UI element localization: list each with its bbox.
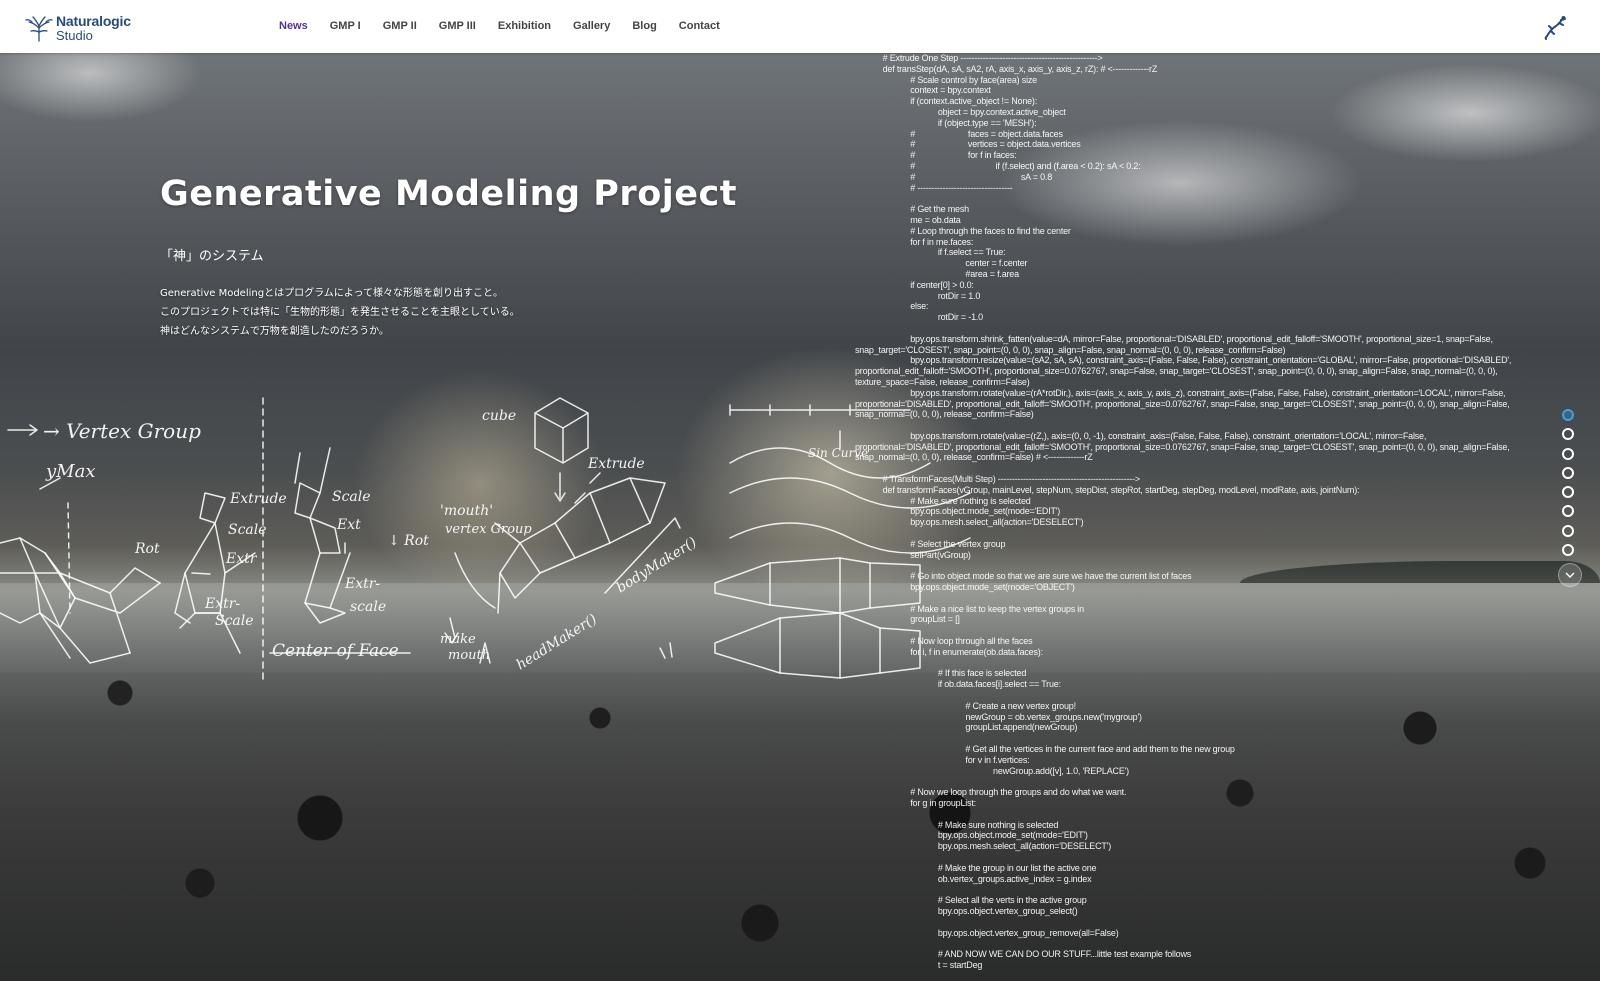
nav-link-gallery[interactable]: Gallery [562, 0, 621, 53]
nav-link-gmp-iii[interactable]: GMP III [428, 0, 487, 53]
hero-section: → Vertex Group yMax Extrude Scale Extr R… [0, 53, 1600, 981]
description-line: Generative Modelingとはプログラムによって様々な形態を創り出す… [160, 288, 503, 299]
scroll-down-button[interactable] [1558, 563, 1582, 587]
sketch-label: Scale [332, 489, 371, 505]
sketch-label: Scale [228, 522, 267, 538]
nav-link-exhibition[interactable]: Exhibition [487, 0, 562, 53]
nav-link-gmp-ii[interactable]: GMP II [372, 0, 428, 53]
slide-dot[interactable] [1562, 544, 1574, 557]
hero-subtitle: 「神」のシステム [160, 249, 264, 264]
sketch-label: Ext [336, 517, 361, 533]
brand-sub: Studio [56, 28, 93, 43]
description-line: 神はどんなシステムで万物を創造したのだろうか。 [160, 326, 389, 337]
sketch-label: → Vertex Group [43, 419, 201, 443]
nav-link-news[interactable]: News [268, 0, 319, 53]
sketch-label: Extr- [344, 576, 380, 592]
sketch-label: Extrude [587, 456, 645, 472]
slide-dot[interactable] [1562, 486, 1574, 499]
sketch-label: Center of Face [272, 641, 399, 661]
slide-dot[interactable] [1562, 428, 1574, 441]
sketch-label: Scale [215, 613, 254, 629]
hero-description: Generative Modelingとはプログラムによって様々な形態を創り出す… [160, 284, 520, 341]
sketch-label: headMaker() [514, 611, 600, 673]
nav-link-contact[interactable]: Contact [668, 0, 731, 53]
main-nav: News GMP I GMP II GMP III Exhibition Gallery B… [268, 0, 731, 53]
sketch-label: Extr- [204, 596, 240, 612]
slide-dot[interactable] [1562, 505, 1574, 518]
brand-name: Naturalogic [56, 13, 131, 29]
sketch-label: Rot [134, 541, 160, 557]
sketch-label: yMax [45, 461, 95, 482]
sketch-label: make [440, 632, 476, 647]
chevron-down-icon [1565, 572, 1575, 578]
sketch-label: mouth [448, 648, 490, 663]
slide-dot[interactable] [1562, 409, 1574, 421]
gecko-icon[interactable] [1542, 14, 1568, 40]
code-overlay: # Extrude One Step ---------------------… [855, 53, 1512, 970]
site-header: Naturalogic Studio News GMP I GMP II GMP II… [0, 0, 1600, 53]
sketch-label: Extrude [229, 491, 287, 507]
sketch-label: cube [482, 408, 516, 424]
slide-dot-nav [1562, 409, 1576, 563]
sketch-label: bodyMaker() [614, 534, 700, 596]
sketch-label: vertex Group [445, 522, 532, 537]
slide-dot[interactable] [1562, 447, 1574, 460]
sketch-label: Extr [225, 551, 258, 567]
brand-logo[interactable]: Naturalogic Studio [24, 12, 134, 44]
slide-dot[interactable] [1562, 524, 1574, 537]
slide-dot[interactable] [1562, 466, 1574, 479]
nav-link-blog[interactable]: Blog [621, 0, 667, 53]
page-title: Generative Modeling Project [160, 174, 737, 214]
sketch-label: 'mouth' [440, 503, 493, 519]
sketch-label: scale [350, 599, 386, 615]
nav-link-gmp-i[interactable]: GMP I [319, 0, 372, 53]
sketch-label: ↓ Rot [388, 533, 429, 549]
tree-icon [25, 16, 53, 42]
description-line: このプロジェクトでは特に「生物的形態」を発生させることを主眼としている。 [160, 307, 520, 318]
